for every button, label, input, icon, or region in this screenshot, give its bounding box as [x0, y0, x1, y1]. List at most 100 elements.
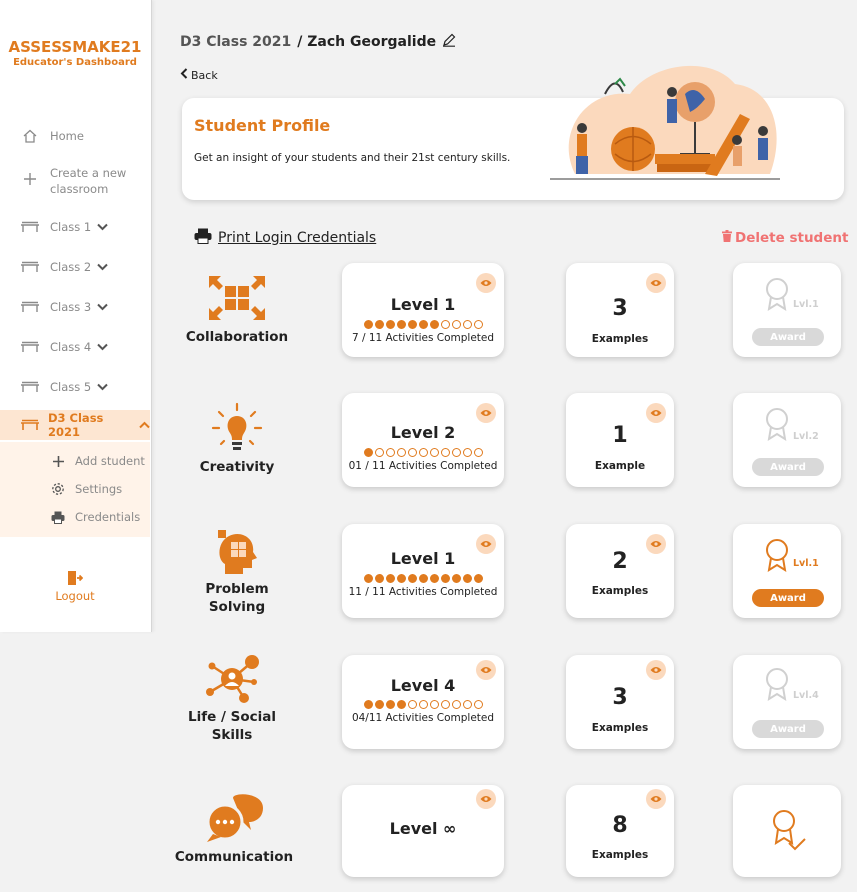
ribbon-award-icon — [766, 539, 788, 572]
award-level: Lvl.4 — [793, 690, 819, 701]
eye-icon[interactable] — [476, 273, 496, 293]
delete-student-label: Delete student — [735, 230, 849, 246]
examples-label: Examples — [591, 849, 649, 861]
award-card: Lvl.2 Award — [733, 393, 841, 487]
activity-dot-completed — [385, 320, 395, 329]
activity-dot-pending — [407, 448, 417, 457]
eye-icon[interactable] — [476, 789, 496, 809]
award-button[interactable]: Award — [752, 458, 824, 476]
ribbon-award-icon — [766, 278, 788, 311]
eye-icon[interactable] — [646, 273, 666, 293]
activity-dot-pending — [451, 700, 461, 709]
skill-label-line-2: Solving — [208, 599, 266, 616]
skill-label: Communication — [174, 849, 294, 865]
delete-student-button[interactable]: Delete student — [722, 230, 848, 246]
print-credentials-label: Print Login Credentials — [218, 230, 377, 246]
examples-count: 3 — [612, 685, 628, 710]
level-title: Level ∞ — [389, 819, 457, 838]
sidebar-item-class-3[interactable]: Class 3 — [20, 300, 108, 314]
sidebar-item-label: Home — [50, 129, 84, 143]
sidebar-item-label: Class 1 — [50, 220, 92, 234]
examples-count: 3 — [612, 296, 628, 321]
submenu-add-student[interactable]: Add student — [50, 454, 145, 468]
sidebar-item-class-5[interactable]: Class 5 — [20, 380, 108, 394]
desk-icon — [20, 301, 40, 313]
activity-dot-completed — [429, 320, 439, 329]
activity-dot-pending — [374, 448, 384, 457]
sidebar-item-class-2[interactable]: Class 2 — [20, 260, 108, 274]
activity-dot-completed — [374, 320, 384, 329]
brand-title: ASSESSMAKE21 — [8, 38, 142, 56]
activity-dot-pending — [462, 700, 472, 709]
activity-dot-pending — [473, 320, 483, 329]
award-level: Lvl.2 — [793, 431, 819, 442]
breadcrumb-student: / Zach Georgalide — [297, 34, 437, 50]
examples-label: Example — [594, 460, 646, 472]
print-credentials-link[interactable]: Print Login Credentials — [194, 228, 376, 248]
award-button[interactable]: Award — [752, 589, 824, 607]
breadcrumb-class[interactable]: D3 Class 2021 — [180, 34, 291, 50]
award-card — [733, 785, 841, 877]
level-title: Level 1 — [390, 549, 456, 568]
sidebar-item-class-4[interactable]: Class 4 — [20, 340, 108, 354]
edit-pencil-icon[interactable] — [442, 33, 456, 51]
head-puzzle-icon — [218, 530, 257, 574]
profile-illustration — [550, 65, 780, 180]
activities-completed: 11 / 11 Activities Completed — [348, 586, 498, 598]
eye-icon[interactable] — [646, 789, 666, 809]
activity-dot-pending — [429, 448, 439, 457]
submenu-settings[interactable]: Settings — [50, 482, 122, 496]
level-card: Level 2 01 / 11 Activities Completed — [342, 393, 504, 487]
sidebar-item-class-1[interactable]: Class 1 — [20, 220, 108, 234]
skill-label-line-1: Problem — [205, 581, 269, 597]
logout-button[interactable]: Logout — [0, 570, 150, 603]
printer-icon — [194, 228, 212, 248]
brand-subtitle: Educator's Dashboard — [13, 57, 137, 68]
award-level: Lvl.1 — [793, 558, 819, 569]
activity-dot-completed — [363, 700, 373, 709]
desk-icon — [20, 419, 40, 431]
level-card: Level 1 11 / 11 Activities Completed — [342, 524, 504, 618]
chevron-down-icon — [97, 340, 108, 354]
sidebar-item-create-classroom[interactable]: Create a new classroom — [20, 166, 126, 197]
award-button[interactable]: Award — [752, 720, 824, 738]
activity-dots — [342, 574, 504, 583]
award-card: Lvl.4 Award — [733, 655, 841, 749]
activity-dot-pending — [473, 448, 483, 457]
skill-label-line-1: Life / Social — [188, 709, 276, 725]
skill-life-social: Life / Social Skills — [172, 654, 292, 744]
activity-dots — [342, 320, 504, 329]
activity-dot-pending — [440, 320, 450, 329]
chevron-left-icon — [180, 68, 188, 82]
puzzle-arrows-icon — [209, 276, 265, 320]
activity-dot-completed — [462, 574, 472, 583]
activity-dot-completed — [396, 700, 406, 709]
award-completed-icon — [773, 810, 806, 851]
activity-dot-pending — [462, 320, 472, 329]
eye-icon[interactable] — [646, 403, 666, 423]
activity-dot-pending — [418, 700, 428, 709]
activity-dot-pending — [473, 700, 483, 709]
activity-dot-completed — [363, 574, 373, 583]
activity-dot-completed — [363, 320, 373, 329]
activity-dot-completed — [385, 574, 395, 583]
activity-dot-pending — [418, 448, 428, 457]
examples-card: 3 Examples — [566, 263, 674, 357]
sidebar-item-home[interactable]: Home — [20, 128, 84, 144]
activity-dot-pending — [396, 448, 406, 457]
skill-label: Collaboration — [185, 329, 289, 345]
submenu-credentials[interactable]: Credentials — [50, 510, 140, 524]
activity-dot-completed — [385, 700, 395, 709]
eye-icon[interactable] — [646, 660, 666, 680]
logout-label: Logout — [55, 589, 95, 603]
award-button[interactable]: Award — [752, 328, 824, 346]
breadcrumb: D3 Class 2021 / Zach Georgalide — [180, 33, 456, 51]
examples-card: 3 Examples — [566, 655, 674, 749]
sidebar-item-active-class[interactable]: D3 Class 2021 — [0, 410, 150, 440]
ribbon-award-icon — [766, 408, 788, 441]
eye-icon[interactable] — [476, 403, 496, 423]
skill-creativity: Creativity — [177, 402, 297, 476]
activity-dot-completed — [374, 700, 384, 709]
examples-count: 1 — [612, 423, 628, 448]
back-link[interactable]: Back — [180, 68, 218, 82]
